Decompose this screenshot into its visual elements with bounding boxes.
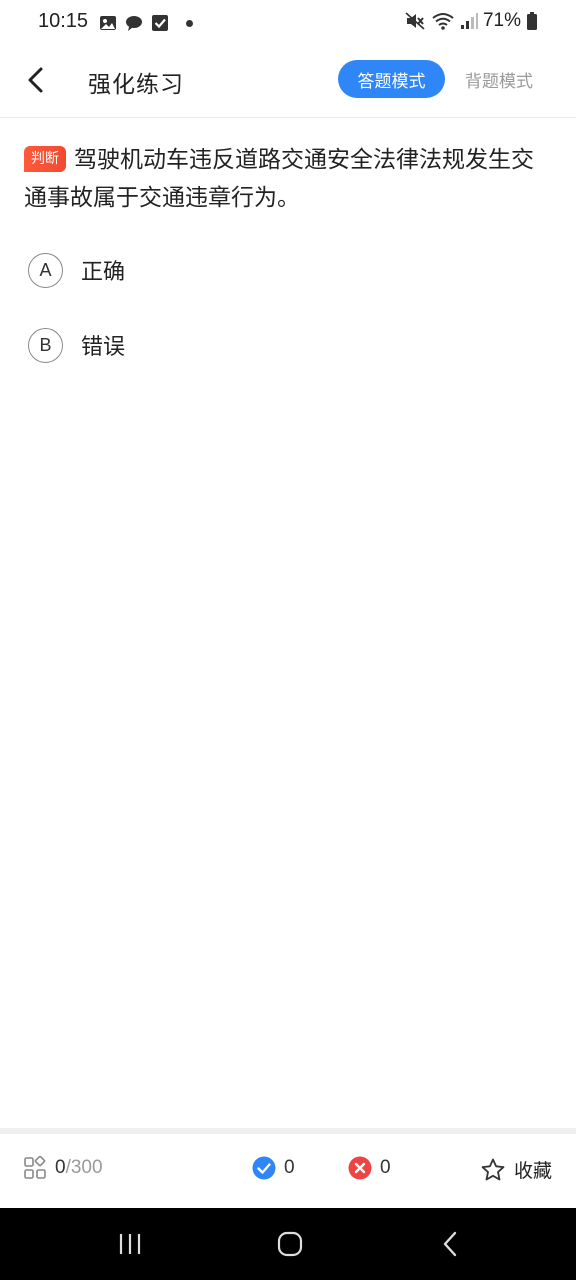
header-divider	[0, 117, 576, 118]
option-letter: A	[28, 252, 63, 288]
grid-icon	[24, 1156, 46, 1179]
recent-apps-icon	[119, 1234, 141, 1254]
correct-count: 0	[252, 1156, 295, 1180]
status-time: 10:15	[38, 10, 89, 32]
system-back-button[interactable]	[430, 1228, 470, 1260]
wrong-count-value: 0	[380, 1157, 391, 1178]
back-button[interactable]	[18, 62, 54, 98]
battery-percent: 71%	[482, 10, 521, 31]
chevron-left-icon	[28, 67, 43, 93]
system-icons: 71%	[404, 10, 538, 32]
bottom-toolbar: 0/300 0 0 收藏	[0, 1134, 576, 1208]
home-button[interactable]	[270, 1228, 310, 1260]
status-bar: 10:15 71%	[0, 0, 576, 48]
system-navigation-bar	[0, 1208, 576, 1280]
progress-current: 0	[55, 1157, 66, 1178]
correct-count-value: 0	[284, 1157, 295, 1178]
wifi-icon	[432, 13, 454, 30]
app-header: 强化练习 答题模式 背题模式	[0, 48, 576, 112]
battery-icon	[527, 12, 537, 30]
question-text: 驾驶机动车违反道路交通安全法律法规发生交通事故属于交通违章行为。	[24, 147, 534, 211]
gallery-icon	[100, 16, 116, 30]
back-arrow-icon	[443, 1231, 457, 1257]
star-icon	[481, 1158, 505, 1180]
recite-mode-button[interactable]: 背题模式	[456, 60, 542, 98]
wrong-count: 0	[348, 1156, 391, 1180]
option-text: 错误	[81, 335, 126, 360]
more-notifications-dot-icon	[186, 19, 193, 27]
x-circle-icon	[348, 1156, 372, 1180]
option-text: 正确	[81, 260, 126, 285]
checkbox-icon	[152, 15, 168, 31]
recent-apps-button[interactable]	[110, 1228, 150, 1260]
option-a[interactable]: A 正确	[28, 252, 125, 288]
question-stem: 判断 驾驶机动车违反道路交通安全法律法规发生交通事故属于交通违章行为。	[24, 141, 554, 217]
answer-sheet-button[interactable]: 0/300	[23, 1156, 103, 1180]
favorite-label: 收藏	[514, 1161, 553, 1182]
progress-total: /300	[65, 1157, 103, 1178]
question-type-badge: 判断	[24, 146, 66, 172]
check-circle-icon	[252, 1156, 276, 1180]
answer-mode-button[interactable]: 答题模式	[338, 60, 445, 98]
notification-icons	[98, 13, 193, 33]
page-title: 强化练习	[88, 72, 184, 98]
signal-icon	[460, 13, 478, 29]
favorite-button[interactable]: 收藏	[480, 1156, 552, 1183]
option-b[interactable]: B 错误	[28, 327, 125, 363]
chat-bubble-icon	[126, 16, 142, 31]
home-icon	[277, 1231, 303, 1257]
option-letter: B	[28, 327, 63, 363]
mute-icon	[405, 12, 425, 30]
